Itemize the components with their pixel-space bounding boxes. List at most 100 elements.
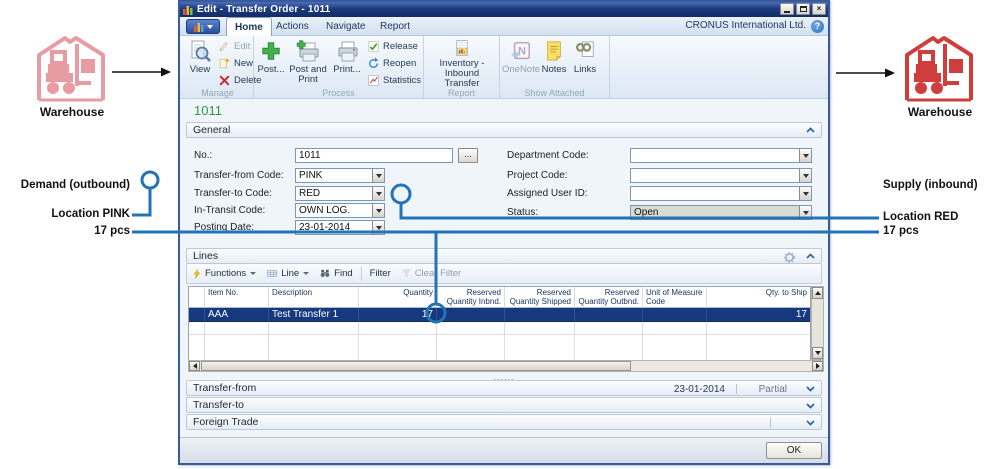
supply-inbound-label: Supply (inbound) — [883, 179, 978, 191]
cell-reserved-outbnd[interactable] — [575, 308, 643, 322]
notes-button[interactable]: Notes — [540, 37, 568, 89]
close-button[interactable]: × — [812, 3, 826, 15]
col-item-no[interactable]: Item No. — [205, 287, 269, 308]
no-assist-button[interactable]: ... — [458, 148, 478, 163]
status-input[interactable] — [631, 206, 799, 219]
department-input[interactable] — [631, 149, 799, 162]
new-button[interactable]: New — [218, 56, 253, 71]
delete-icon — [218, 74, 231, 87]
table-row[interactable]: AAA Test Transfer 1 17 17 — [189, 308, 810, 322]
row-selector[interactable] — [189, 308, 205, 322]
cell-item-no[interactable]: AAA — [205, 308, 269, 322]
line-button[interactable]: Line — [261, 265, 314, 283]
window-title: Edit - Transfer Order - 1011 — [197, 4, 330, 15]
fasttab-transfer-to[interactable]: Transfer-to — [186, 397, 822, 413]
posting-date-input[interactable] — [296, 221, 372, 234]
reopen-button[interactable]: Reopen — [367, 56, 416, 71]
cell-reserved-shipped[interactable] — [505, 308, 575, 322]
row-selector-header[interactable] — [189, 287, 205, 308]
assigned-user-input[interactable] — [631, 187, 799, 200]
warehouse-pink-icon — [30, 30, 112, 104]
qty-left-label: 17 pcs — [0, 225, 130, 237]
transfer-to-dropdown-icon[interactable] — [372, 187, 384, 200]
transfer-to-expand-icon[interactable] — [806, 402, 815, 409]
ok-button[interactable]: OK — [766, 442, 822, 459]
fasttab-lines[interactable]: Lines — [186, 248, 822, 264]
maximize-button[interactable] — [796, 3, 810, 15]
window-titlebar[interactable]: Edit - Transfer Order - 1011 × — [180, 2, 828, 17]
clear-filter-button[interactable]: Clear Filter — [396, 265, 466, 283]
col-reserved-inbnd[interactable]: Reserved Quantity Inbnd. — [437, 287, 505, 308]
hscroll-thumb[interactable] — [201, 361, 631, 371]
general-collapse-icon[interactable] — [806, 127, 815, 134]
status-label: Status: — [507, 207, 538, 218]
help-icon[interactable]: ? — [811, 20, 824, 33]
assigned-user-dropdown-icon[interactable] — [799, 187, 811, 200]
edit-button[interactable]: Edit — [218, 39, 250, 54]
post-and-print-button[interactable]: Post and Print — [287, 37, 329, 89]
cell-description[interactable]: Test Transfer 1 — [269, 308, 359, 322]
department-dropdown-icon[interactable] — [799, 149, 811, 162]
col-reserved-outbnd[interactable]: Reserved Quantity Outbnd. — [575, 287, 643, 308]
col-reserved-shipped[interactable]: Reserved Quantity Shipped — [505, 287, 575, 308]
print-label: Print... — [333, 65, 360, 75]
scroll-right-icon[interactable] — [812, 361, 823, 371]
tab-actions[interactable]: Actions — [268, 17, 317, 36]
no-input[interactable] — [296, 149, 452, 162]
inventory-inbound-transfer-button[interactable]: Inventory - Inbound Transfer — [428, 37, 496, 89]
find-button[interactable]: Find — [314, 265, 357, 283]
posting-date-dropdown-icon[interactable] — [372, 221, 384, 234]
foreign-trade-expand-icon[interactable] — [806, 419, 815, 426]
project-dropdown-icon[interactable] — [799, 169, 811, 182]
scroll-down-icon[interactable] — [812, 347, 823, 359]
functions-button[interactable]: Functions — [187, 265, 261, 283]
transfer-to-input[interactable] — [296, 187, 372, 200]
col-description[interactable]: Description — [269, 287, 359, 308]
tab-navigate[interactable]: Navigate — [318, 17, 373, 36]
in-transit-input[interactable] — [296, 204, 372, 217]
in-transit-dropdown-icon[interactable] — [372, 204, 384, 217]
location-red-label: Location RED — [883, 211, 958, 223]
warehouse-red-icon — [898, 30, 980, 104]
onenote-button[interactable]: N OneNote — [504, 37, 538, 89]
cell-quantity[interactable]: 17 — [359, 308, 437, 322]
transfer-from-expand-icon[interactable] — [806, 385, 815, 392]
filter-button[interactable]: Filter — [365, 265, 396, 283]
col-quantity[interactable]: Quantity — [359, 287, 437, 308]
scroll-up-icon[interactable] — [812, 287, 823, 299]
gear-icon[interactable] — [784, 252, 795, 263]
window-footer: OK — [180, 437, 828, 463]
field-assigned-user: Assigned User ID: — [507, 186, 817, 201]
status-dropdown-icon[interactable] — [799, 206, 811, 219]
print-button[interactable]: Print... — [331, 37, 363, 89]
fasttab-general[interactable]: General — [186, 122, 822, 138]
lines-table: Item No. Description Quantity Reserved Q… — [188, 286, 811, 361]
links-button[interactable]: Links — [570, 37, 600, 89]
release-button[interactable]: Release — [367, 39, 418, 54]
tab-report[interactable]: Report — [372, 17, 418, 36]
post-button[interactable]: Post... — [256, 37, 286, 89]
col-qty-to-ship[interactable]: Qty. to Ship — [707, 287, 810, 308]
empty-row[interactable] — [189, 322, 810, 335]
minimize-button[interactable] — [780, 3, 794, 15]
cell-qty-to-ship[interactable]: 17 — [707, 308, 810, 322]
lines-collapse-icon[interactable] — [806, 253, 815, 260]
transfer-from-dropdown-icon[interactable] — [372, 169, 384, 182]
view-button[interactable]: View — [184, 37, 216, 89]
cell-uom[interactable] — [643, 308, 707, 322]
scroll-left-icon[interactable] — [189, 361, 200, 371]
table-vscrollbar[interactable] — [811, 286, 824, 360]
statistics-button[interactable]: Statistics — [367, 73, 421, 88]
clear-filter-icon — [401, 268, 412, 279]
fasttab-foreign-trade[interactable]: Foreign Trade — [186, 414, 822, 430]
col-uom[interactable]: Unit of Measure Code — [643, 287, 707, 308]
table-hscrollbar[interactable] — [188, 360, 824, 372]
project-input[interactable] — [631, 169, 799, 182]
application-menu-button[interactable] — [186, 19, 220, 34]
fasttab-transfer-from[interactable]: Transfer-from 23-01-2014 Partial — [186, 380, 822, 396]
transfer-from-input[interactable] — [296, 169, 372, 182]
empty-area[interactable] — [189, 335, 810, 360]
cell-reserved-inbnd[interactable] — [437, 308, 505, 322]
circle-transfer-from-icon — [142, 172, 158, 188]
tab-home[interactable]: Home — [226, 17, 272, 36]
